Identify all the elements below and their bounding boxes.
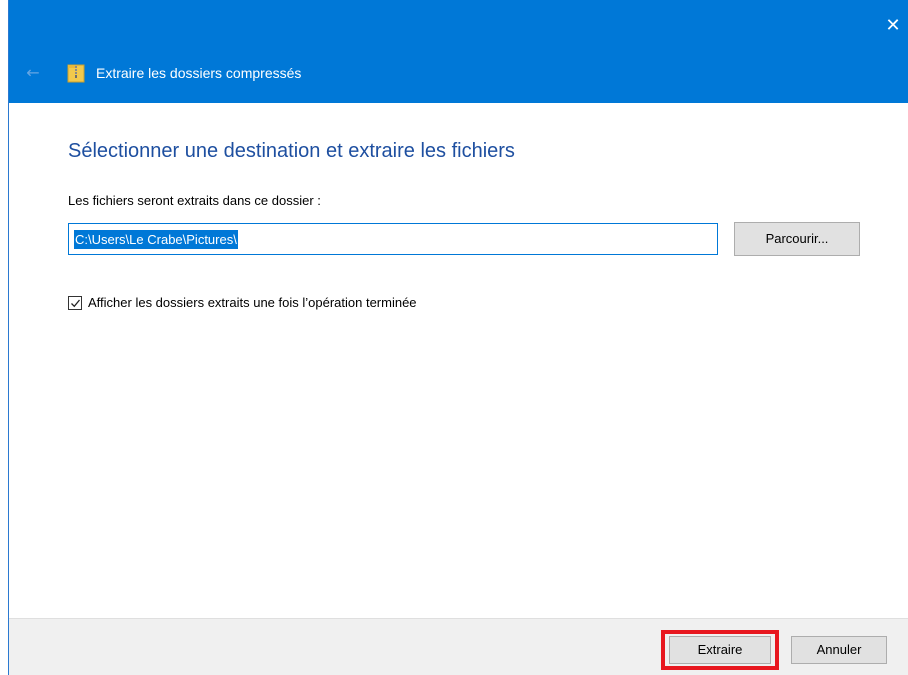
show-extracted-folders-label: Afficher les dossiers extraits une fois … [88,295,417,310]
destination-path-text: C:\Users\Le Crabe\Pictures\ [74,230,238,249]
window-title: Extraire les dossiers compressés [96,65,302,81]
destination-label: Les fichiers seront extraits dans ce dos… [68,193,321,208]
extract-button[interactable]: Extraire [669,636,771,664]
close-icon[interactable]: ✕ [881,14,905,38]
back-arrow-icon: ← [26,63,40,82]
destination-path-input[interactable]: C:\Users\Le Crabe\Pictures\ [68,223,718,255]
cancel-button[interactable]: Annuler [791,636,887,664]
title-bar: ✕ ← Extraire les dossiers compressés [9,0,908,103]
show-extracted-folders-checkbox[interactable] [68,296,82,310]
page-heading: Sélectionner une destination et extraire… [68,140,515,162]
dialog-footer: Extraire Annuler [9,618,908,675]
checkmark-icon [71,299,81,308]
zip-folder-icon [67,63,85,83]
extract-dialog-window: ✕ ← Extraire les dossiers compressés Sél… [8,0,908,675]
browse-button[interactable]: Parcourir... [734,222,860,256]
